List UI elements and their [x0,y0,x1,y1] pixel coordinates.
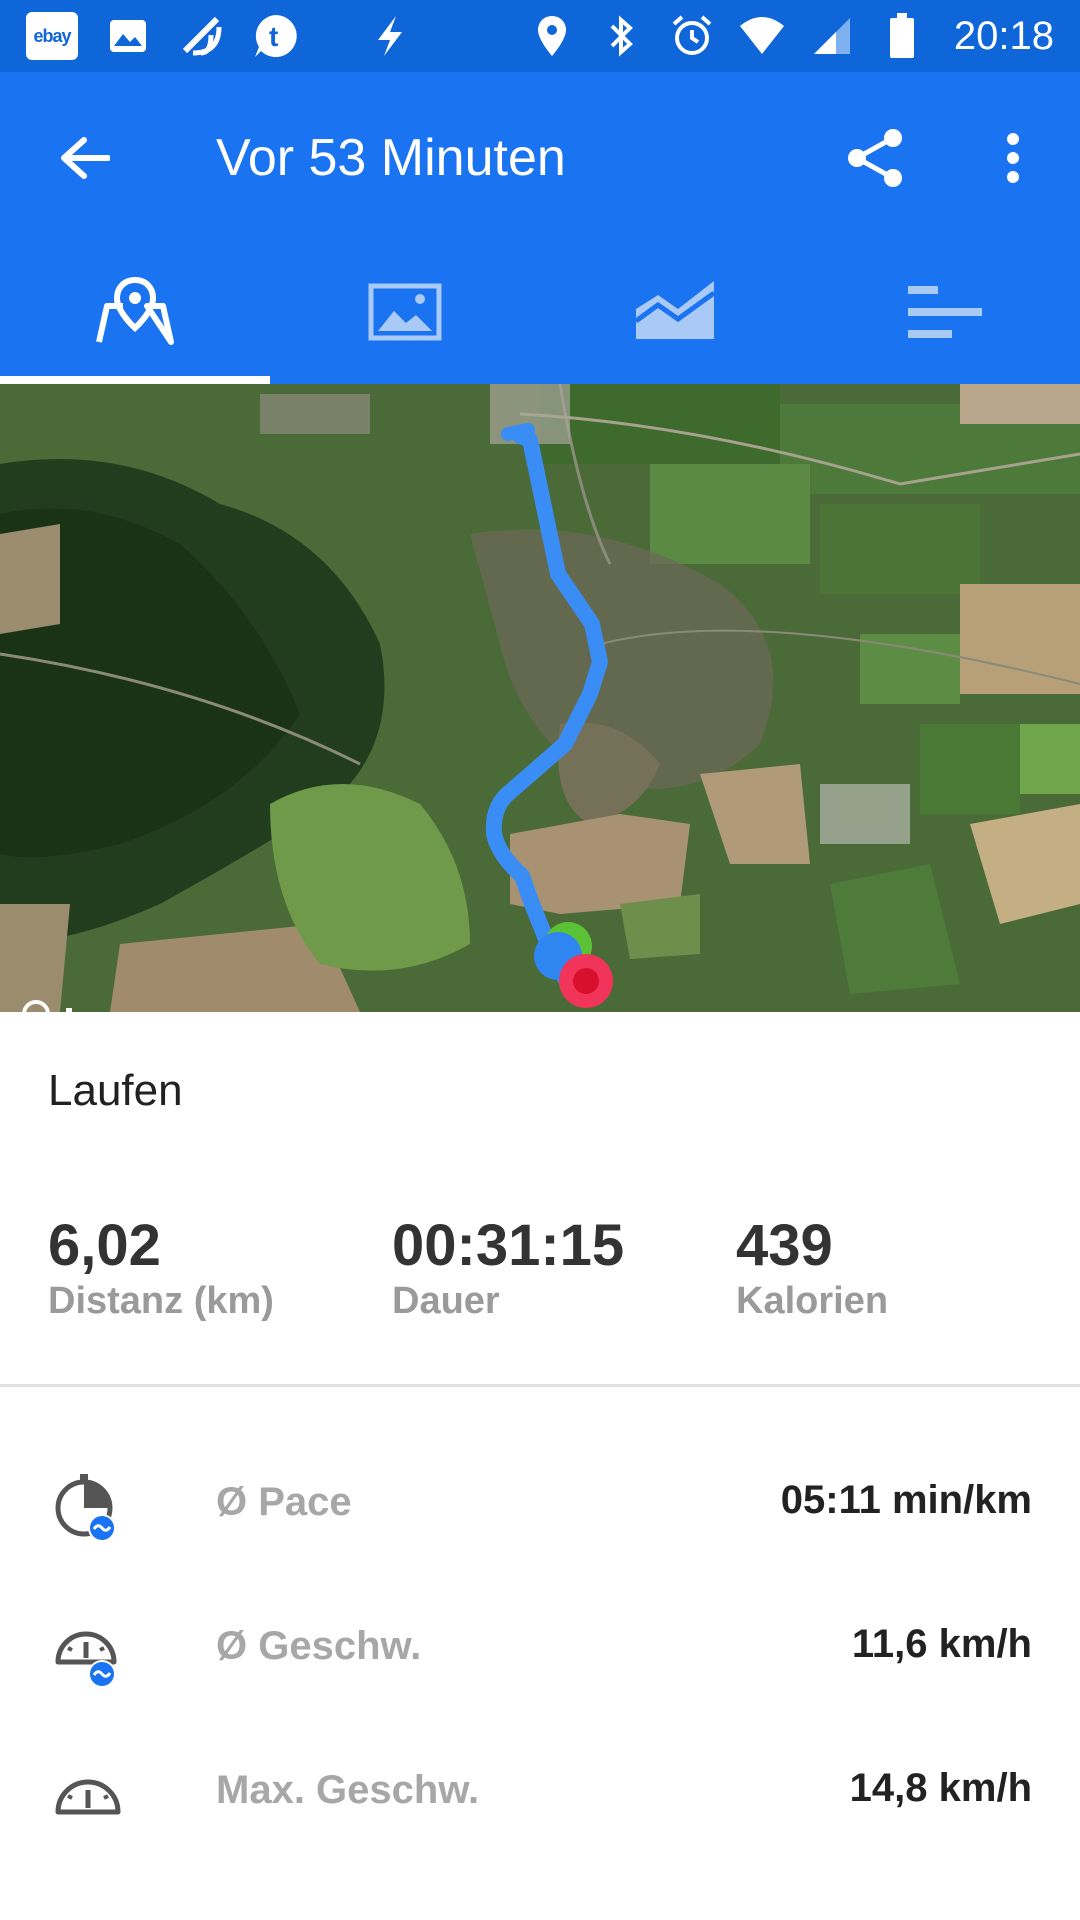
flash-icon [366,12,414,60]
detail-value: 14,8 km/h [849,1766,1032,1810]
detail-row-max-speed: Max. Geschw. 14,8 km/h [0,1742,1080,1852]
wifi-icon [738,12,786,60]
speed-avg-icon [55,1631,117,1688]
google-logo [22,992,82,1012]
bluetooth-icon [598,12,646,60]
nfc-icon [178,12,226,60]
activity-type: Laufen [48,1066,183,1115]
battery-icon [878,12,926,60]
share-icon [848,129,902,187]
tab-map[interactable] [0,240,270,384]
image-icon [368,283,442,341]
detail-label: Max. Geschw. [216,1768,480,1812]
detail-value: 05:11 min/km [780,1478,1032,1522]
detail-value: 11,6 km/h [851,1622,1032,1666]
stat-calories: 439 Kalorien [736,1210,888,1326]
alarm-icon [668,12,716,60]
app-bar: Vor 53 Minuten [0,72,1080,240]
tab-charts[interactable] [540,240,810,384]
status-bar-left: ebay t [26,0,414,72]
stat-label: Dauer [392,1280,500,1322]
stat-label: Distanz (km) [48,1280,274,1322]
tumblr-icon: t [252,12,300,60]
back-button[interactable] [48,122,120,194]
speed-max-icon [55,1779,121,1815]
arrow-back-icon [61,137,110,179]
map-pin-icon [96,276,174,345]
page-title: Vor 53 Minuten [216,129,566,187]
image-icon [104,12,152,60]
detail-label: Ø Pace [216,1480,352,1524]
stat-value: 6,02 [48,1213,161,1278]
detail-row-avg-speed: Ø Geschw. 11,6 km/h [0,1598,1080,1708]
bars-icon [908,286,982,338]
tab-photos[interactable] [270,240,540,384]
svg-text:t: t [269,21,278,52]
tab-splits[interactable] [810,240,1080,384]
divider [0,1384,1080,1387]
stat-duration: 00:31:15 Dauer [392,1210,624,1326]
status-bar-right: 20:18 [528,0,1054,72]
more-vert-icon [1007,133,1019,183]
signal-icon [808,12,856,60]
overflow-menu-button[interactable] [980,118,1046,198]
tab-bar [0,240,1080,384]
detail-row-pace: Ø Pace 05:11 min/km [0,1454,1080,1564]
stat-distance: 6,02 Distanz (km) [48,1210,274,1326]
stat-label: Kalorien [736,1280,889,1322]
area-chart-icon [634,281,716,339]
ebay-icon: ebay [26,12,78,60]
location-icon [528,12,576,60]
stat-value: 439 [736,1213,833,1278]
status-bar: ebay t 20:18 [0,0,1080,72]
share-button[interactable] [836,118,916,198]
stat-value: 00:31:15 [392,1213,625,1278]
pace-icon [55,1474,116,1542]
tab-selected-indicator [0,376,270,384]
finish-marker-icon [559,954,613,1008]
status-time: 20:18 [953,13,1054,58]
detail-label: Ø Geschw. [216,1624,422,1668]
route-map[interactable] [0,384,1080,1012]
